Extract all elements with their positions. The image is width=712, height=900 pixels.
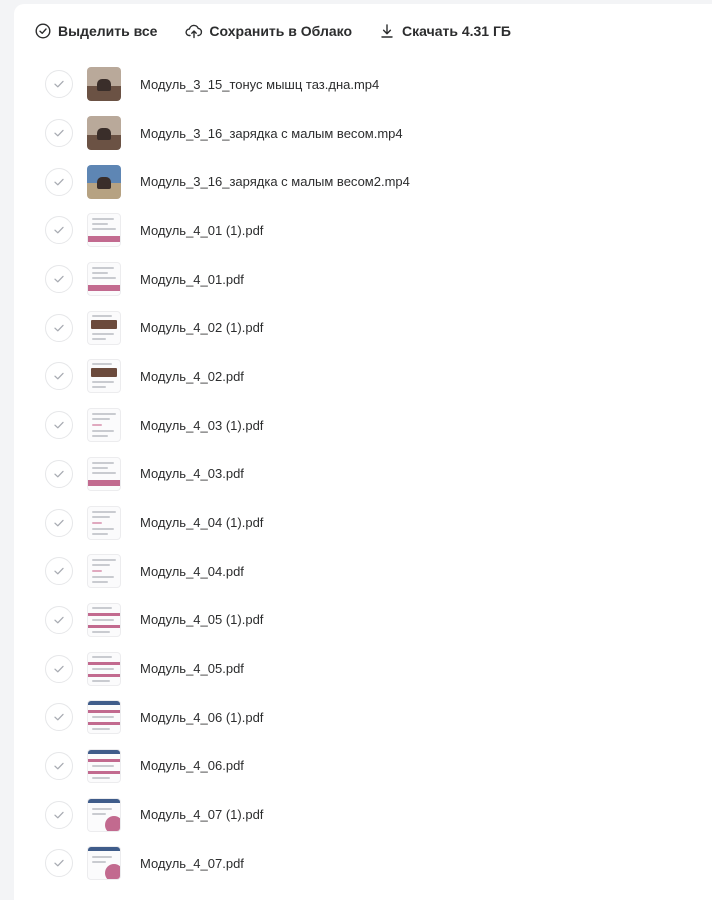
pdf-thumbnail[interactable] xyxy=(87,846,121,881)
file-name[interactable]: Модуль_4_01.pdf xyxy=(140,272,244,287)
file-row[interactable]: Модуль_4_06 (1).pdf xyxy=(14,693,712,742)
file-select-checkbox[interactable] xyxy=(45,459,73,488)
select-all-button[interactable]: Выделить все xyxy=(34,22,157,40)
file-select-checkbox[interactable] xyxy=(45,265,73,294)
cloud-upload-icon xyxy=(185,22,203,40)
file-list: Модуль_3_15_тонус мышц таз.дна.mp4 Модуль… xyxy=(14,60,712,888)
pdf-thumbnail[interactable] xyxy=(87,408,121,443)
pdf-thumbnail[interactable] xyxy=(87,505,121,540)
file-name[interactable]: Модуль_3_16_зарядка с малым весом.mp4 xyxy=(140,126,403,141)
pdf-thumbnail[interactable] xyxy=(87,554,121,589)
video-thumbnail[interactable] xyxy=(87,67,121,102)
file-name[interactable]: Модуль_4_04.pdf xyxy=(140,564,244,579)
pdf-thumbnail[interactable] xyxy=(87,359,121,394)
checkmark-icon xyxy=(53,323,65,333)
file-name[interactable]: Модуль_4_07 (1).pdf xyxy=(140,807,263,822)
file-row[interactable]: Модуль_4_07 (1).pdf xyxy=(14,790,712,839)
pdf-thumbnail[interactable] xyxy=(87,651,121,686)
toolbar: Выделить все Сохранить в Облако Скачать … xyxy=(34,17,539,45)
file-row[interactable]: Модуль_3_16_зарядка с малым весом.mp4 xyxy=(14,109,712,158)
file-row[interactable]: Модуль_4_07.pdf xyxy=(14,839,712,888)
pdf-thumbnail[interactable] xyxy=(87,262,121,297)
file-row[interactable]: Модуль_4_04.pdf xyxy=(14,547,712,596)
file-select-checkbox[interactable] xyxy=(45,362,73,391)
file-row[interactable]: Модуль_4_02.pdf xyxy=(14,352,712,401)
checkmark-icon xyxy=(53,712,65,722)
pdf-thumbnail[interactable] xyxy=(87,310,121,345)
checkmark-icon xyxy=(53,274,65,284)
file-row[interactable]: Модуль_4_04 (1).pdf xyxy=(14,498,712,547)
pdf-thumbnail[interactable] xyxy=(87,700,121,735)
file-name[interactable]: Модуль_4_01 (1).pdf xyxy=(140,223,263,238)
video-thumbnail[interactable] xyxy=(87,164,121,199)
checkmark-icon xyxy=(53,664,65,674)
pdf-thumbnail[interactable] xyxy=(87,797,121,832)
checkmark-icon xyxy=(53,225,65,235)
file-select-checkbox[interactable] xyxy=(45,849,73,878)
file-select-checkbox[interactable] xyxy=(45,800,73,829)
file-name[interactable]: Модуль_4_03.pdf xyxy=(140,466,244,481)
file-select-checkbox[interactable] xyxy=(45,119,73,148)
checkmark-icon xyxy=(53,177,65,187)
checkmark-icon xyxy=(53,128,65,138)
file-select-checkbox[interactable] xyxy=(45,654,73,683)
file-row[interactable]: Модуль_4_03.pdf xyxy=(14,450,712,499)
checkmark-icon xyxy=(53,810,65,820)
download-icon xyxy=(378,22,396,40)
checkmark-icon xyxy=(53,615,65,625)
file-row[interactable]: Модуль_4_01.pdf xyxy=(14,255,712,304)
file-name[interactable]: Модуль_4_07.pdf xyxy=(140,856,244,871)
file-select-checkbox[interactable] xyxy=(45,703,73,732)
checkmark-icon xyxy=(53,566,65,576)
file-select-checkbox[interactable] xyxy=(45,605,73,634)
file-select-checkbox[interactable] xyxy=(45,508,73,537)
pdf-thumbnail[interactable] xyxy=(87,456,121,491)
file-row[interactable]: Модуль_4_06.pdf xyxy=(14,742,712,791)
file-row[interactable]: Модуль_4_02 (1).pdf xyxy=(14,303,712,352)
video-thumbnail[interactable] xyxy=(87,116,121,151)
file-name[interactable]: Модуль_3_16_зарядка с малым весом2.mp4 xyxy=(140,174,410,189)
file-name[interactable]: Модуль_4_06.pdf xyxy=(140,758,244,773)
file-select-checkbox[interactable] xyxy=(45,70,73,99)
file-select-checkbox[interactable] xyxy=(45,557,73,586)
pdf-thumbnail[interactable] xyxy=(87,213,121,248)
file-select-checkbox[interactable] xyxy=(45,411,73,440)
download-label: Скачать 4.31 ГБ xyxy=(402,23,511,39)
checkmark-icon xyxy=(53,858,65,868)
checkmark-icon xyxy=(53,518,65,528)
file-name[interactable]: Модуль_4_02.pdf xyxy=(140,369,244,384)
file-name[interactable]: Модуль_4_05.pdf xyxy=(140,661,244,676)
pdf-thumbnail[interactable] xyxy=(87,602,121,637)
check-circle-icon xyxy=(34,22,52,40)
file-name[interactable]: Модуль_4_02 (1).pdf xyxy=(140,320,263,335)
download-button[interactable]: Скачать 4.31 ГБ xyxy=(378,22,511,40)
file-row[interactable]: Модуль_3_15_тонус мышц таз.дна.mp4 xyxy=(14,60,712,109)
checkmark-icon xyxy=(53,761,65,771)
save-to-cloud-button[interactable]: Сохранить в Облако xyxy=(185,22,352,40)
save-to-cloud-label: Сохранить в Облако xyxy=(209,23,353,39)
file-name[interactable]: Модуль_3_15_тонус мышц таз.дна.mp4 xyxy=(140,77,379,92)
file-name[interactable]: Модуль_4_05 (1).pdf xyxy=(140,612,263,627)
checkmark-icon xyxy=(53,79,65,89)
file-row[interactable]: Модуль_4_01 (1).pdf xyxy=(14,206,712,255)
checkmark-icon xyxy=(53,420,65,430)
file-name[interactable]: Модуль_4_04 (1).pdf xyxy=(140,515,263,530)
checkmark-icon xyxy=(53,469,65,479)
file-select-checkbox[interactable] xyxy=(45,751,73,780)
file-row[interactable]: Модуль_4_05 (1).pdf xyxy=(14,596,712,645)
file-name[interactable]: Модуль_4_06 (1).pdf xyxy=(140,710,263,725)
select-all-label: Выделить все xyxy=(58,23,158,39)
file-row[interactable]: Модуль_4_03 (1).pdf xyxy=(14,401,712,450)
file-row[interactable]: Модуль_3_16_зарядка с малым весом2.mp4 xyxy=(14,157,712,206)
file-list-panel: Выделить все Сохранить в Облако Скачать … xyxy=(14,4,712,900)
file-select-checkbox[interactable] xyxy=(45,216,73,245)
file-name[interactable]: Модуль_4_03 (1).pdf xyxy=(140,418,263,433)
checkmark-icon xyxy=(53,371,65,381)
file-select-checkbox[interactable] xyxy=(45,313,73,342)
file-row[interactable]: Модуль_4_05.pdf xyxy=(14,644,712,693)
pdf-thumbnail[interactable] xyxy=(87,748,121,783)
file-select-checkbox[interactable] xyxy=(45,167,73,196)
